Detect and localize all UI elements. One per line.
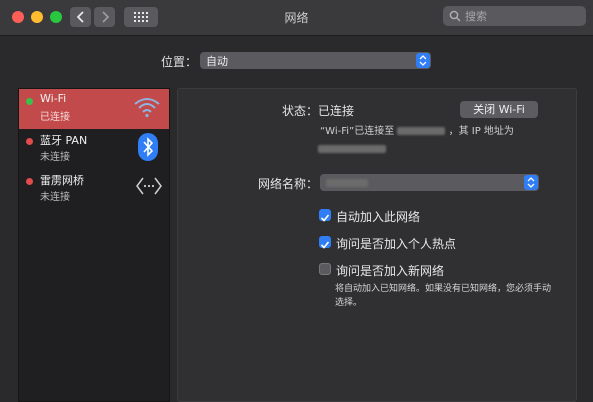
turn-off-wifi-button[interactable]: 关闭 Wi-Fi: [460, 101, 538, 118]
ask-new-network-label: 询问是否加入新网络: [336, 264, 445, 278]
service-status: 未连接: [40, 152, 70, 163]
bluetooth-icon: [138, 133, 158, 161]
network-stepper: [524, 175, 538, 190]
updown-arrows-icon: [419, 55, 427, 66]
description-text: “Wi-Fi”已连接至: [320, 126, 395, 137]
redacted-network-name: [397, 127, 446, 135]
description-text: ，其 IP 地址为: [448, 126, 514, 137]
location-value: 自动: [206, 54, 228, 68]
ask-new-network-checkbox[interactable]: [319, 263, 331, 275]
service-list: Wi-Fi 已连接 蓝牙 PAN 未连接 雷雳网桥 未连接: [18, 88, 170, 402]
location-select[interactable]: 自动: [200, 52, 431, 69]
redacted-ip-address: [318, 138, 386, 157]
status-value: 已连接: [318, 104, 355, 118]
checkmark-icon: [320, 214, 330, 222]
location-label: 位置：: [161, 55, 198, 69]
service-bluetooth-pan[interactable]: 蓝牙 PAN 未连接: [19, 129, 169, 169]
status-label: 状态：: [282, 104, 319, 118]
title-bar: 网络 搜索: [0, 0, 593, 36]
updown-arrows-icon: [527, 177, 535, 188]
auto-join-label: 自动加入此网络: [336, 210, 421, 224]
auto-join-checkbox[interactable]: [319, 209, 331, 222]
service-wifi[interactable]: Wi-Fi 已连接: [19, 89, 169, 129]
service-status: 未连接: [40, 192, 70, 203]
status-dot: [26, 138, 33, 145]
status-dot: [26, 178, 33, 185]
ask-hotspot-checkbox[interactable]: [319, 236, 331, 249]
search-field[interactable]: 搜索: [443, 6, 586, 26]
service-thunderbolt-bridge[interactable]: 雷雳网桥 未连接: [19, 169, 169, 209]
bridge-arrows-icon: [136, 177, 162, 195]
checkmark-icon: [320, 241, 330, 249]
join-note: 将自动加入已知网络。如果没有已知网络，您必须手动选择。: [335, 284, 552, 308]
status-dot: [26, 98, 33, 105]
network-name-select[interactable]: [320, 174, 539, 191]
redacted-network-value: [326, 178, 368, 187]
service-status: 已连接: [40, 112, 70, 123]
location-stepper: [416, 53, 430, 68]
service-name: 蓝牙 PAN: [40, 134, 88, 147]
ask-hotspot-label: 询问是否加入个人热点: [336, 237, 457, 251]
service-name: Wi-Fi: [40, 92, 67, 105]
search-placeholder: 搜索: [465, 10, 487, 23]
network-name-label: 网络名称：: [258, 177, 319, 191]
search-icon: [449, 10, 461, 22]
wifi-icon: [134, 98, 160, 118]
service-name: 雷雳网桥: [40, 174, 84, 187]
connection-description: “Wi-Fi”已连接至 ，其 IP 地址为: [320, 122, 514, 137]
